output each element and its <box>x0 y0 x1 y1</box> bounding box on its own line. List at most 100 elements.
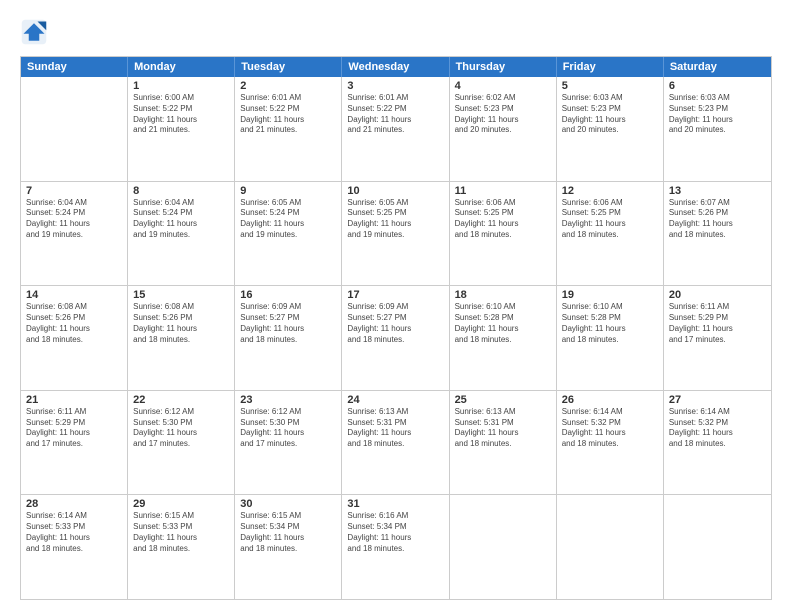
cell-info: Sunrise: 6:13 AMSunset: 5:31 PMDaylight:… <box>347 407 443 450</box>
calendar-cell: 27Sunrise: 6:14 AMSunset: 5:32 PMDayligh… <box>664 391 771 495</box>
calendar-cell: 21Sunrise: 6:11 AMSunset: 5:29 PMDayligh… <box>21 391 128 495</box>
cell-info: Sunrise: 6:06 AMSunset: 5:25 PMDaylight:… <box>562 198 658 241</box>
day-number: 30 <box>240 498 336 510</box>
day-number: 22 <box>133 394 229 406</box>
calendar-cell: 5Sunrise: 6:03 AMSunset: 5:23 PMDaylight… <box>557 77 664 181</box>
calendar-row-5: 28Sunrise: 6:14 AMSunset: 5:33 PMDayligh… <box>21 494 771 599</box>
cell-info: Sunrise: 6:03 AMSunset: 5:23 PMDaylight:… <box>669 93 766 136</box>
calendar-cell <box>557 495 664 599</box>
calendar-cell: 4Sunrise: 6:02 AMSunset: 5:23 PMDaylight… <box>450 77 557 181</box>
cell-info: Sunrise: 6:01 AMSunset: 5:22 PMDaylight:… <box>347 93 443 136</box>
calendar-cell: 16Sunrise: 6:09 AMSunset: 5:27 PMDayligh… <box>235 286 342 390</box>
calendar-cell: 7Sunrise: 6:04 AMSunset: 5:24 PMDaylight… <box>21 182 128 286</box>
calendar-cell: 1Sunrise: 6:00 AMSunset: 5:22 PMDaylight… <box>128 77 235 181</box>
calendar-row-4: 21Sunrise: 6:11 AMSunset: 5:29 PMDayligh… <box>21 390 771 495</box>
cell-info: Sunrise: 6:04 AMSunset: 5:24 PMDaylight:… <box>133 198 229 241</box>
cell-info: Sunrise: 6:15 AMSunset: 5:33 PMDaylight:… <box>133 511 229 554</box>
day-number: 3 <box>347 80 443 92</box>
day-number: 6 <box>669 80 766 92</box>
day-number: 29 <box>133 498 229 510</box>
day-number: 4 <box>455 80 551 92</box>
day-of-week-friday: Friday <box>557 57 664 77</box>
calendar: SundayMondayTuesdayWednesdayThursdayFrid… <box>20 56 772 600</box>
cell-info: Sunrise: 6:04 AMSunset: 5:24 PMDaylight:… <box>26 198 122 241</box>
cell-info: Sunrise: 6:01 AMSunset: 5:22 PMDaylight:… <box>240 93 336 136</box>
logo <box>20 18 52 46</box>
day-number: 24 <box>347 394 443 406</box>
calendar-header: SundayMondayTuesdayWednesdayThursdayFrid… <box>21 57 771 77</box>
cell-info: Sunrise: 6:16 AMSunset: 5:34 PMDaylight:… <box>347 511 443 554</box>
calendar-cell <box>450 495 557 599</box>
day-number: 16 <box>240 289 336 301</box>
cell-info: Sunrise: 6:14 AMSunset: 5:32 PMDaylight:… <box>562 407 658 450</box>
day-number: 17 <box>347 289 443 301</box>
cell-info: Sunrise: 6:13 AMSunset: 5:31 PMDaylight:… <box>455 407 551 450</box>
cell-info: Sunrise: 6:03 AMSunset: 5:23 PMDaylight:… <box>562 93 658 136</box>
page: SundayMondayTuesdayWednesdayThursdayFrid… <box>0 0 792 612</box>
calendar-cell: 17Sunrise: 6:09 AMSunset: 5:27 PMDayligh… <box>342 286 449 390</box>
day-number: 21 <box>26 394 122 406</box>
cell-info: Sunrise: 6:10 AMSunset: 5:28 PMDaylight:… <box>562 302 658 345</box>
day-number: 2 <box>240 80 336 92</box>
cell-info: Sunrise: 6:07 AMSunset: 5:26 PMDaylight:… <box>669 198 766 241</box>
calendar-cell: 23Sunrise: 6:12 AMSunset: 5:30 PMDayligh… <box>235 391 342 495</box>
day-number: 5 <box>562 80 658 92</box>
calendar-cell: 28Sunrise: 6:14 AMSunset: 5:33 PMDayligh… <box>21 495 128 599</box>
day-of-week-saturday: Saturday <box>664 57 771 77</box>
day-number: 9 <box>240 185 336 197</box>
day-number: 19 <box>562 289 658 301</box>
cell-info: Sunrise: 6:02 AMSunset: 5:23 PMDaylight:… <box>455 93 551 136</box>
calendar-cell: 29Sunrise: 6:15 AMSunset: 5:33 PMDayligh… <box>128 495 235 599</box>
calendar-cell: 12Sunrise: 6:06 AMSunset: 5:25 PMDayligh… <box>557 182 664 286</box>
day-of-week-monday: Monday <box>128 57 235 77</box>
calendar-cell <box>21 77 128 181</box>
cell-info: Sunrise: 6:11 AMSunset: 5:29 PMDaylight:… <box>669 302 766 345</box>
calendar-cell: 10Sunrise: 6:05 AMSunset: 5:25 PMDayligh… <box>342 182 449 286</box>
calendar-cell: 31Sunrise: 6:16 AMSunset: 5:34 PMDayligh… <box>342 495 449 599</box>
day-of-week-thursday: Thursday <box>450 57 557 77</box>
day-of-week-tuesday: Tuesday <box>235 57 342 77</box>
day-number: 7 <box>26 185 122 197</box>
calendar-cell: 6Sunrise: 6:03 AMSunset: 5:23 PMDaylight… <box>664 77 771 181</box>
day-number: 12 <box>562 185 658 197</box>
calendar-cell <box>664 495 771 599</box>
day-number: 28 <box>26 498 122 510</box>
calendar-row-1: 1Sunrise: 6:00 AMSunset: 5:22 PMDaylight… <box>21 77 771 181</box>
day-number: 14 <box>26 289 122 301</box>
day-number: 27 <box>669 394 766 406</box>
calendar-cell: 11Sunrise: 6:06 AMSunset: 5:25 PMDayligh… <box>450 182 557 286</box>
day-number: 18 <box>455 289 551 301</box>
calendar-cell: 30Sunrise: 6:15 AMSunset: 5:34 PMDayligh… <box>235 495 342 599</box>
day-number: 11 <box>455 185 551 197</box>
calendar-cell: 20Sunrise: 6:11 AMSunset: 5:29 PMDayligh… <box>664 286 771 390</box>
calendar-body: 1Sunrise: 6:00 AMSunset: 5:22 PMDaylight… <box>21 77 771 599</box>
day-number: 31 <box>347 498 443 510</box>
cell-info: Sunrise: 6:10 AMSunset: 5:28 PMDaylight:… <box>455 302 551 345</box>
calendar-cell: 9Sunrise: 6:05 AMSunset: 5:24 PMDaylight… <box>235 182 342 286</box>
cell-info: Sunrise: 6:14 AMSunset: 5:33 PMDaylight:… <box>26 511 122 554</box>
cell-info: Sunrise: 6:06 AMSunset: 5:25 PMDaylight:… <box>455 198 551 241</box>
calendar-cell: 2Sunrise: 6:01 AMSunset: 5:22 PMDaylight… <box>235 77 342 181</box>
calendar-cell: 18Sunrise: 6:10 AMSunset: 5:28 PMDayligh… <box>450 286 557 390</box>
day-of-week-sunday: Sunday <box>21 57 128 77</box>
cell-info: Sunrise: 6:08 AMSunset: 5:26 PMDaylight:… <box>26 302 122 345</box>
cell-info: Sunrise: 6:11 AMSunset: 5:29 PMDaylight:… <box>26 407 122 450</box>
day-number: 26 <box>562 394 658 406</box>
calendar-cell: 25Sunrise: 6:13 AMSunset: 5:31 PMDayligh… <box>450 391 557 495</box>
cell-info: Sunrise: 6:05 AMSunset: 5:24 PMDaylight:… <box>240 198 336 241</box>
day-number: 8 <box>133 185 229 197</box>
calendar-row-3: 14Sunrise: 6:08 AMSunset: 5:26 PMDayligh… <box>21 285 771 390</box>
cell-info: Sunrise: 6:14 AMSunset: 5:32 PMDaylight:… <box>669 407 766 450</box>
calendar-cell: 3Sunrise: 6:01 AMSunset: 5:22 PMDaylight… <box>342 77 449 181</box>
calendar-cell: 22Sunrise: 6:12 AMSunset: 5:30 PMDayligh… <box>128 391 235 495</box>
calendar-cell: 14Sunrise: 6:08 AMSunset: 5:26 PMDayligh… <box>21 286 128 390</box>
calendar-cell: 13Sunrise: 6:07 AMSunset: 5:26 PMDayligh… <box>664 182 771 286</box>
cell-info: Sunrise: 6:12 AMSunset: 5:30 PMDaylight:… <box>133 407 229 450</box>
cell-info: Sunrise: 6:08 AMSunset: 5:26 PMDaylight:… <box>133 302 229 345</box>
calendar-row-2: 7Sunrise: 6:04 AMSunset: 5:24 PMDaylight… <box>21 181 771 286</box>
day-number: 20 <box>669 289 766 301</box>
calendar-cell: 19Sunrise: 6:10 AMSunset: 5:28 PMDayligh… <box>557 286 664 390</box>
day-number: 13 <box>669 185 766 197</box>
cell-info: Sunrise: 6:05 AMSunset: 5:25 PMDaylight:… <box>347 198 443 241</box>
cell-info: Sunrise: 6:15 AMSunset: 5:34 PMDaylight:… <box>240 511 336 554</box>
